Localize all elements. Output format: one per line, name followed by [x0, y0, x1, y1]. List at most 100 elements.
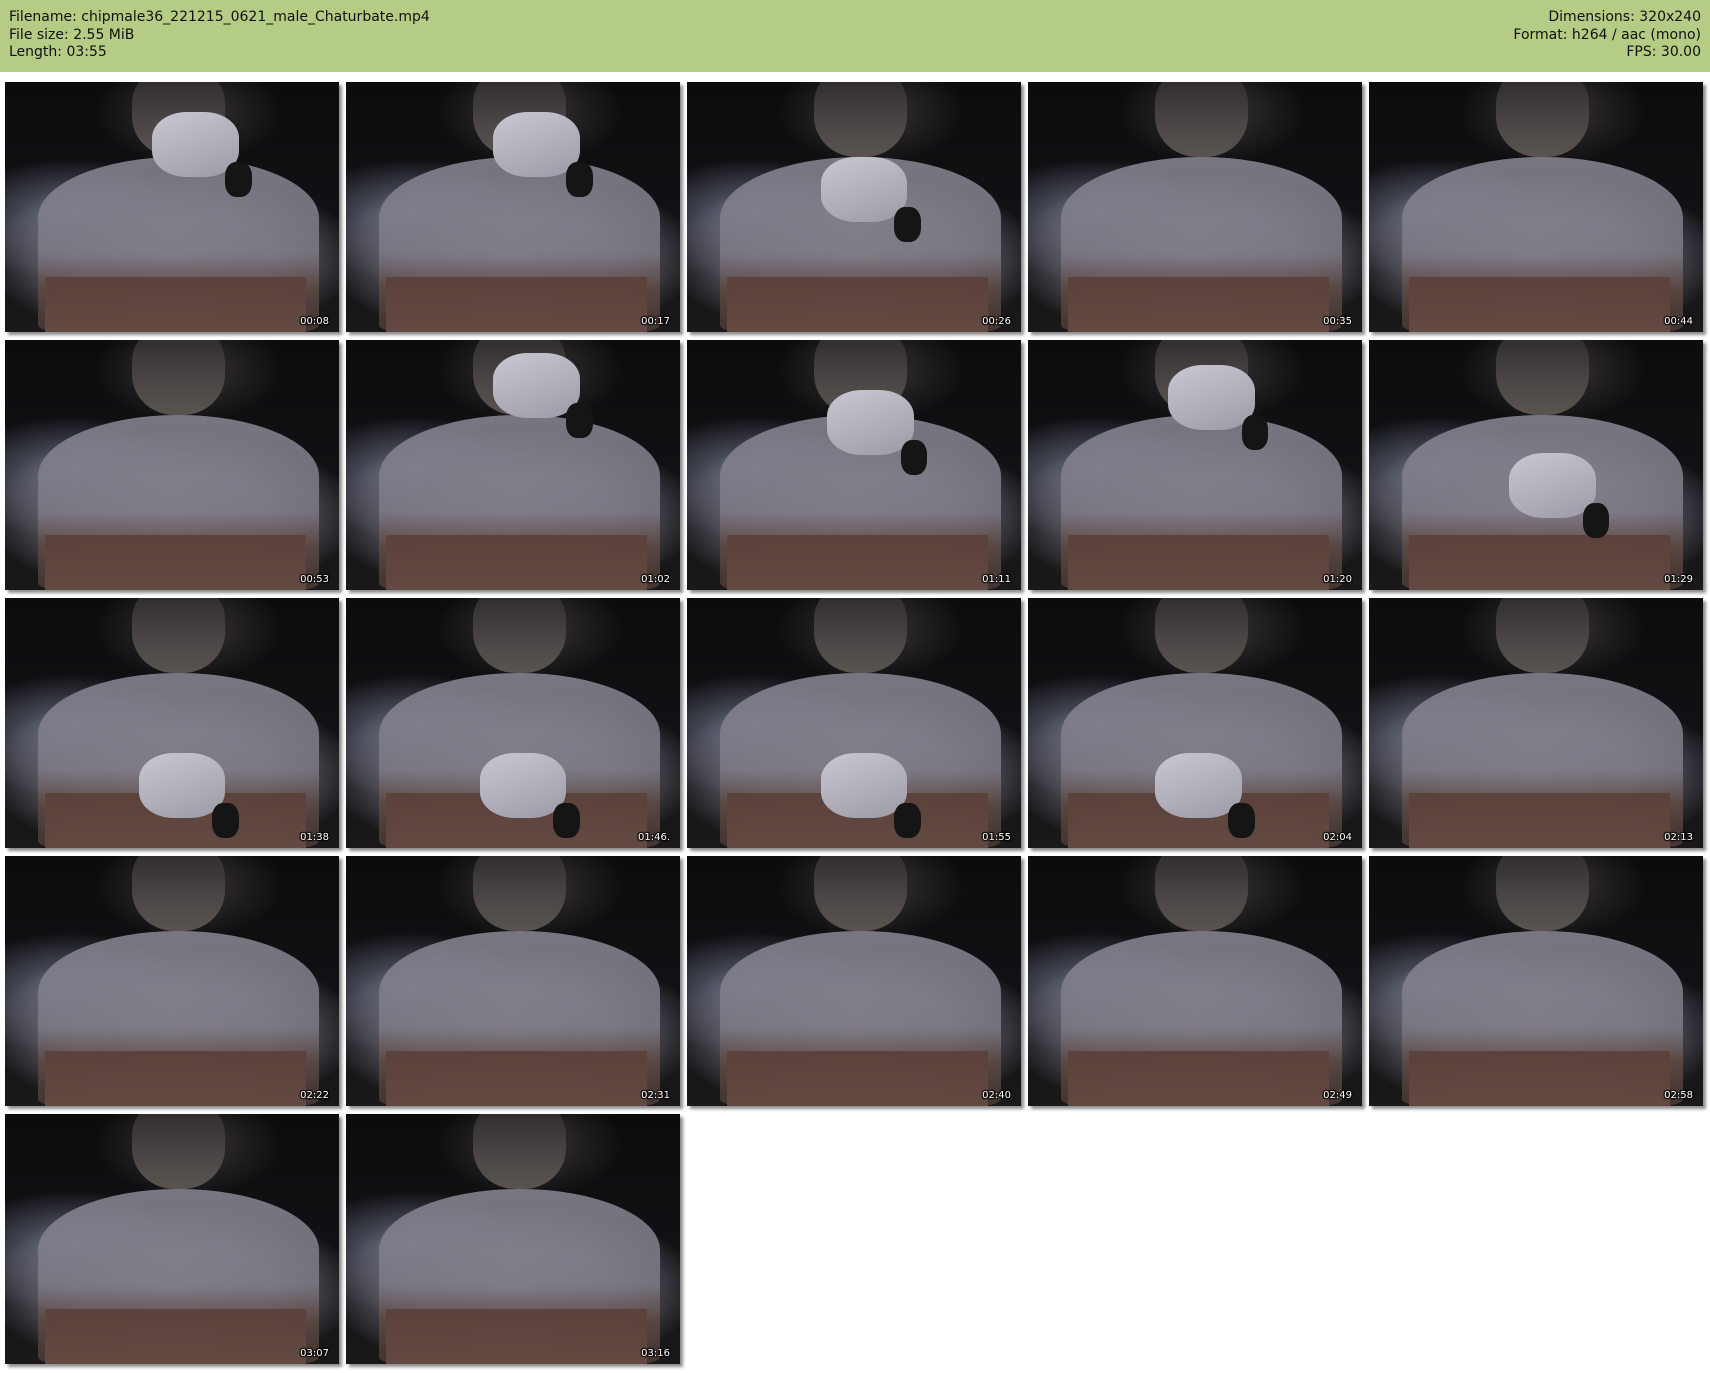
video-frame-thumbnail: 01:38: [5, 598, 339, 848]
frame-hand-shape: [492, 352, 580, 418]
frame-timestamp: 00:26: [982, 316, 1011, 327]
frame-lower-shadow: [386, 277, 647, 332]
frame-head-shape: [472, 856, 567, 931]
frame-timestamp: 01:38: [300, 832, 329, 843]
frame-head-shape: [813, 598, 908, 673]
frame-lower-shadow: [386, 535, 647, 590]
frame-watch-shape: [900, 440, 928, 475]
frame-timestamp: 02:58: [1664, 1090, 1693, 1101]
frame-timestamp: 01:20: [1323, 574, 1352, 585]
video-frame-thumbnail: 00:44: [1369, 82, 1703, 332]
video-frame-thumbnail: 03:16: [346, 1114, 680, 1364]
video-frame-thumbnail: 02:58: [1369, 856, 1703, 1106]
frame-hand-shape: [479, 753, 567, 818]
frame-lower-shadow: [727, 1051, 988, 1106]
frame-hand-shape: [151, 112, 239, 177]
frame-watch-shape: [1228, 803, 1256, 838]
video-frame-thumbnail: 02:40: [687, 856, 1021, 1106]
frame-timestamp: 01:29: [1664, 574, 1693, 585]
frame-timestamp: 01:55: [982, 832, 1011, 843]
frame-timestamp: 00:17: [641, 316, 670, 327]
frame-head-shape: [813, 82, 908, 157]
frame-timestamp: 02:40: [982, 1090, 1011, 1101]
frame-head-shape: [131, 598, 226, 673]
frame-hand-shape: [820, 157, 908, 222]
frame-lower-shadow: [1068, 535, 1329, 590]
fps-text: FPS: 30.00: [1626, 44, 1701, 60]
video-frame-thumbnail: 01:11: [687, 340, 1021, 590]
frame-timestamp: 01:02: [641, 574, 670, 585]
frame-lower-shadow: [386, 1309, 647, 1364]
frame-lower-shadow: [386, 1051, 647, 1106]
frame-head-shape: [472, 1114, 567, 1189]
frame-hand-shape: [827, 390, 915, 455]
frame-lower-shadow: [45, 1309, 306, 1364]
length-text: Length: 03:55: [9, 44, 107, 60]
file-meta-left: Filename: chipmale36_221215_0621_male_Ch…: [9, 9, 430, 62]
frame-lower-shadow: [1068, 1051, 1329, 1106]
frame-timestamp: 02:31: [641, 1090, 670, 1101]
video-frame-thumbnail: 02:22: [5, 856, 339, 1106]
dimensions-text: Dimensions: 320x240: [1548, 9, 1701, 25]
video-frame-thumbnail: 01:55: [687, 598, 1021, 848]
frame-lower-shadow: [727, 535, 988, 590]
frame-timestamp: 00:53: [300, 574, 329, 585]
frame-hand-shape: [1154, 753, 1242, 818]
frame-watch-shape: [566, 162, 594, 197]
frame-watch-shape: [894, 803, 921, 838]
thumbnail-grid: 00:08 00:17 00:26 00:35 00:44 00:53 01:02 01:11…: [5, 82, 1703, 1364]
frame-head-shape: [1154, 598, 1249, 673]
frame-timestamp: 00:44: [1664, 316, 1693, 327]
frame-head-shape: [813, 856, 908, 931]
frame-hand-shape: [1509, 452, 1597, 518]
file-meta-right: Dimensions: 320x240 Format: h264 / aac (…: [1513, 9, 1701, 62]
video-frame-thumbnail: 00:08: [5, 82, 339, 332]
frame-lower-shadow: [1409, 535, 1670, 590]
frame-head-shape: [1154, 856, 1249, 931]
frame-head-shape: [1495, 598, 1590, 673]
frame-timestamp: 00:08: [300, 316, 329, 327]
frame-head-shape: [131, 856, 226, 931]
video-frame-thumbnail: 02:49: [1028, 856, 1362, 1106]
frame-timestamp: 01:46.: [638, 832, 670, 843]
format-text: Format: h264 / aac (mono): [1513, 26, 1701, 43]
frame-timestamp: 02:22: [300, 1090, 329, 1101]
frame-timestamp: 02:13: [1664, 832, 1693, 843]
frame-head-shape: [131, 340, 226, 415]
video-frame-thumbnail: 02:04: [1028, 598, 1362, 848]
frame-head-shape: [1495, 340, 1590, 415]
frame-head-shape: [1154, 82, 1249, 157]
frame-head-shape: [472, 598, 567, 673]
frame-watch-shape: [225, 162, 253, 197]
frame-timestamp: 02:04: [1323, 832, 1352, 843]
frame-watch-shape: [894, 207, 921, 242]
filename-text: Filename: chipmale36_221215_0621_male_Ch…: [9, 9, 430, 25]
frame-hand-shape: [1168, 365, 1256, 430]
video-frame-thumbnail: 00:17: [346, 82, 680, 332]
frame-timestamp: 01:11: [982, 574, 1011, 585]
frame-watch-shape: [566, 402, 594, 438]
filesize-text: File size: 2.55 MiB: [9, 26, 135, 43]
frame-watch-shape: [1582, 502, 1610, 538]
frame-lower-shadow: [1409, 277, 1670, 332]
frame-lower-shadow: [1409, 793, 1670, 848]
frame-timestamp: 03:16: [641, 1348, 670, 1359]
frame-lower-shadow: [1409, 1051, 1670, 1106]
video-frame-thumbnail: 01:20: [1028, 340, 1362, 590]
frame-lower-shadow: [45, 535, 306, 590]
frame-lower-shadow: [727, 277, 988, 332]
frame-head-shape: [1495, 856, 1590, 931]
frame-hand-shape: [492, 112, 580, 177]
video-frame-thumbnail: 00:53: [5, 340, 339, 590]
frame-head-shape: [131, 1114, 226, 1189]
video-frame-thumbnail: 01:46.: [346, 598, 680, 848]
frame-hand-shape: [820, 753, 908, 818]
frame-timestamp: 03:07: [300, 1348, 329, 1359]
frame-watch-shape: [1241, 415, 1269, 450]
frame-timestamp: 00:35: [1323, 316, 1352, 327]
video-frame-thumbnail: 01:02: [346, 340, 680, 590]
video-frame-thumbnail: 00:26: [687, 82, 1021, 332]
frame-lower-shadow: [45, 277, 306, 332]
frame-head-shape: [1495, 82, 1590, 157]
video-frame-thumbnail: 02:13: [1369, 598, 1703, 848]
